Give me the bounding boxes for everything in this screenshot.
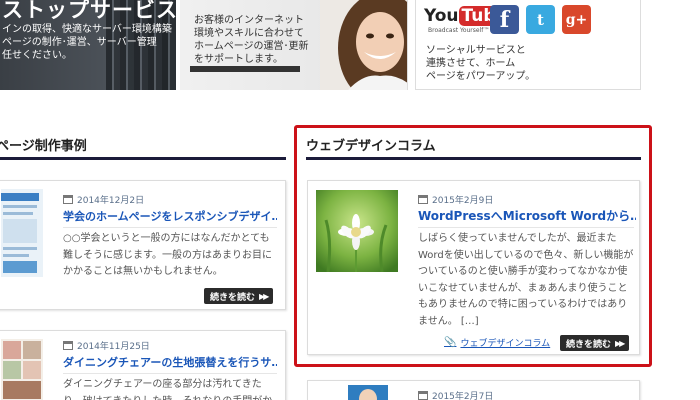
portfolio-card: 2014年11月25日 ダイニングチェアーの生地張替えを行うサ… ダイニングチェ… bbox=[0, 330, 286, 400]
support-banner[interactable]: お客様のインターネット 環境やスキルに合わせて ホームページの運営･更新 をサポ… bbox=[180, 0, 408, 90]
post-title-link[interactable]: ダイニングチェアーの生地張替えを行うサ… bbox=[63, 354, 277, 370]
twitter-icon[interactable]: t bbox=[526, 5, 555, 34]
website-screenshot-thumbnail[interactable] bbox=[1, 189, 43, 277]
calendar-icon bbox=[63, 195, 73, 204]
paperclip-icon: 📎 bbox=[444, 337, 457, 348]
youtube-tagline: Broadcast Yourself™ bbox=[428, 27, 490, 34]
read-more-button[interactable]: 続きを読む ▶▶ bbox=[560, 335, 630, 351]
portfolio-section-rule bbox=[0, 157, 286, 160]
read-more-button[interactable]: 続きを読む ▶▶ bbox=[204, 288, 274, 304]
post-title-link[interactable]: 学会のホームページをレスポンシブデザイ… bbox=[63, 208, 277, 224]
post-date: 2014年12月2日 bbox=[63, 193, 144, 206]
post-title-link[interactable]: WordPressへMicrosoft Wordから… bbox=[418, 207, 636, 224]
calendar-icon bbox=[418, 391, 428, 400]
server-banner-heading: ストップサービス bbox=[2, 0, 176, 22]
post-date: 2015年2月9日 bbox=[418, 193, 493, 206]
google-plus-icon[interactable]: g+ bbox=[562, 5, 591, 34]
post-date: 2014年11月25日 bbox=[63, 339, 150, 352]
facebook-icon[interactable]: f bbox=[490, 5, 519, 34]
post-excerpt: ○○学会というと一般の方にはなんだかとても難しそうに感じます。一般の方はあまりお… bbox=[63, 227, 277, 281]
chair-fabric-thumbnail[interactable] bbox=[1, 339, 43, 400]
server-service-banner[interactable]: ストップサービス インの取得、快適なサーバー環境構築 ページの制作･運営、サーバ… bbox=[0, 0, 176, 90]
featured-column-card: 2015年2月9日 WordPressへMicrosoft Wordから… しば… bbox=[307, 180, 640, 355]
column-card: 2015年2月7日 bbox=[307, 380, 640, 400]
post-excerpt: ダイニングチェアーの座る部分は汚れてきた り、破けてきたりした時、それなりの手間… bbox=[63, 373, 277, 400]
column-section-title: ウェブデザインコラム bbox=[306, 139, 436, 154]
portrait-thumbnail[interactable] bbox=[348, 385, 388, 400]
column-section-rule bbox=[306, 157, 641, 160]
calendar-icon bbox=[418, 195, 428, 204]
smiling-woman-photo bbox=[320, 0, 407, 90]
category-link[interactable]: 📎 ウェブデザインコラム bbox=[444, 336, 550, 349]
calendar-icon bbox=[63, 341, 73, 350]
post-date: 2015年2月7日 bbox=[418, 389, 493, 400]
social-services-banner[interactable]: You Tube Broadcast Yourself™ f t g+ ソーシャル… bbox=[415, 0, 641, 90]
post-excerpt: しばらく使っていませんでしたが、最近またWordを使い出しているので色々、新しい… bbox=[418, 227, 634, 330]
white-flower-photo[interactable] bbox=[316, 190, 398, 272]
portfolio-section-title: ページ制作事例 bbox=[0, 139, 87, 154]
social-banner-text: ソーシャルサービスと 連携させて、ホーム ページをパワーアップ。 bbox=[426, 45, 536, 82]
server-banner-text: インの取得、快適なサーバー環境構築 ページの制作･運営、サーバー管理 任せくださ… bbox=[2, 24, 172, 61]
support-banner-bar bbox=[190, 66, 300, 72]
portfolio-card: 2014年12月2日 学会のホームページをレスポンシブデザイ… ○○学会というと… bbox=[0, 180, 286, 310]
